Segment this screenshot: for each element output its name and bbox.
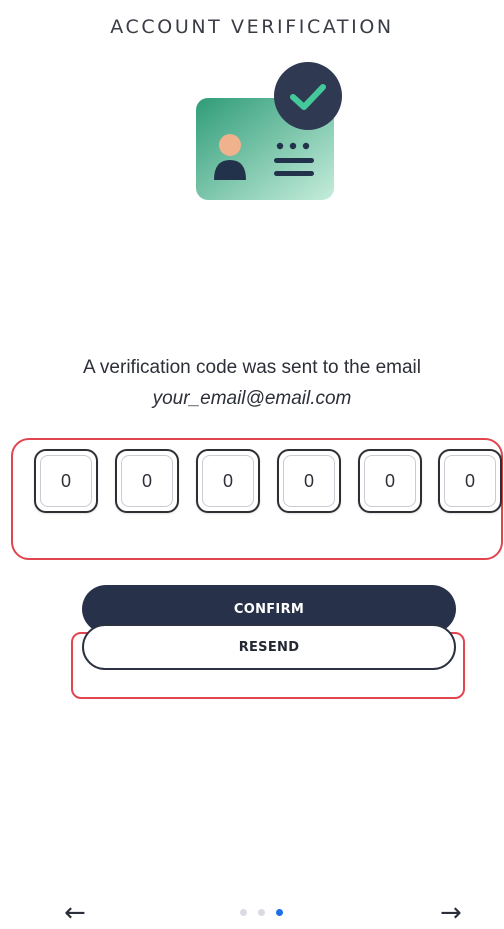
code-digit-input-5[interactable]: 0 bbox=[358, 449, 422, 513]
resend-button[interactable]: RESEND bbox=[82, 624, 456, 670]
code-input-row: 0 0 0 0 0 0 bbox=[34, 449, 504, 515]
arrow-left-icon[interactable]: ← bbox=[64, 900, 86, 926]
verification-message: A verification code was sent to the emai… bbox=[83, 357, 421, 378]
code-digit-input-3[interactable]: 0 bbox=[196, 449, 260, 513]
card-dot-2 bbox=[289, 142, 297, 150]
code-digit-input-4[interactable]: 0 bbox=[277, 449, 341, 513]
arrow-right-icon[interactable]: → bbox=[440, 900, 462, 926]
page-indicator bbox=[240, 909, 300, 919]
card-line-2 bbox=[274, 171, 314, 176]
code-digit-input-2[interactable]: 0 bbox=[115, 449, 179, 513]
verification-email: your_email@email.com bbox=[152, 388, 352, 409]
id-card-verified-icon bbox=[196, 62, 342, 200]
card-dot-3 bbox=[302, 142, 310, 150]
card-line-1 bbox=[274, 158, 314, 163]
avatar-head-shape bbox=[219, 134, 241, 156]
page-indicator-dot-2 bbox=[258, 909, 265, 916]
code-digit-input-1[interactable]: 0 bbox=[34, 449, 98, 513]
page-title: ACCOUNT VERIFICATION bbox=[110, 16, 394, 38]
page-indicator-dot-3 bbox=[276, 909, 283, 916]
card-dot-1 bbox=[276, 142, 284, 150]
verified-badge-shape bbox=[274, 62, 342, 130]
code-digit-input-6[interactable]: 0 bbox=[438, 449, 502, 513]
page-indicator-dot-1 bbox=[240, 909, 247, 916]
